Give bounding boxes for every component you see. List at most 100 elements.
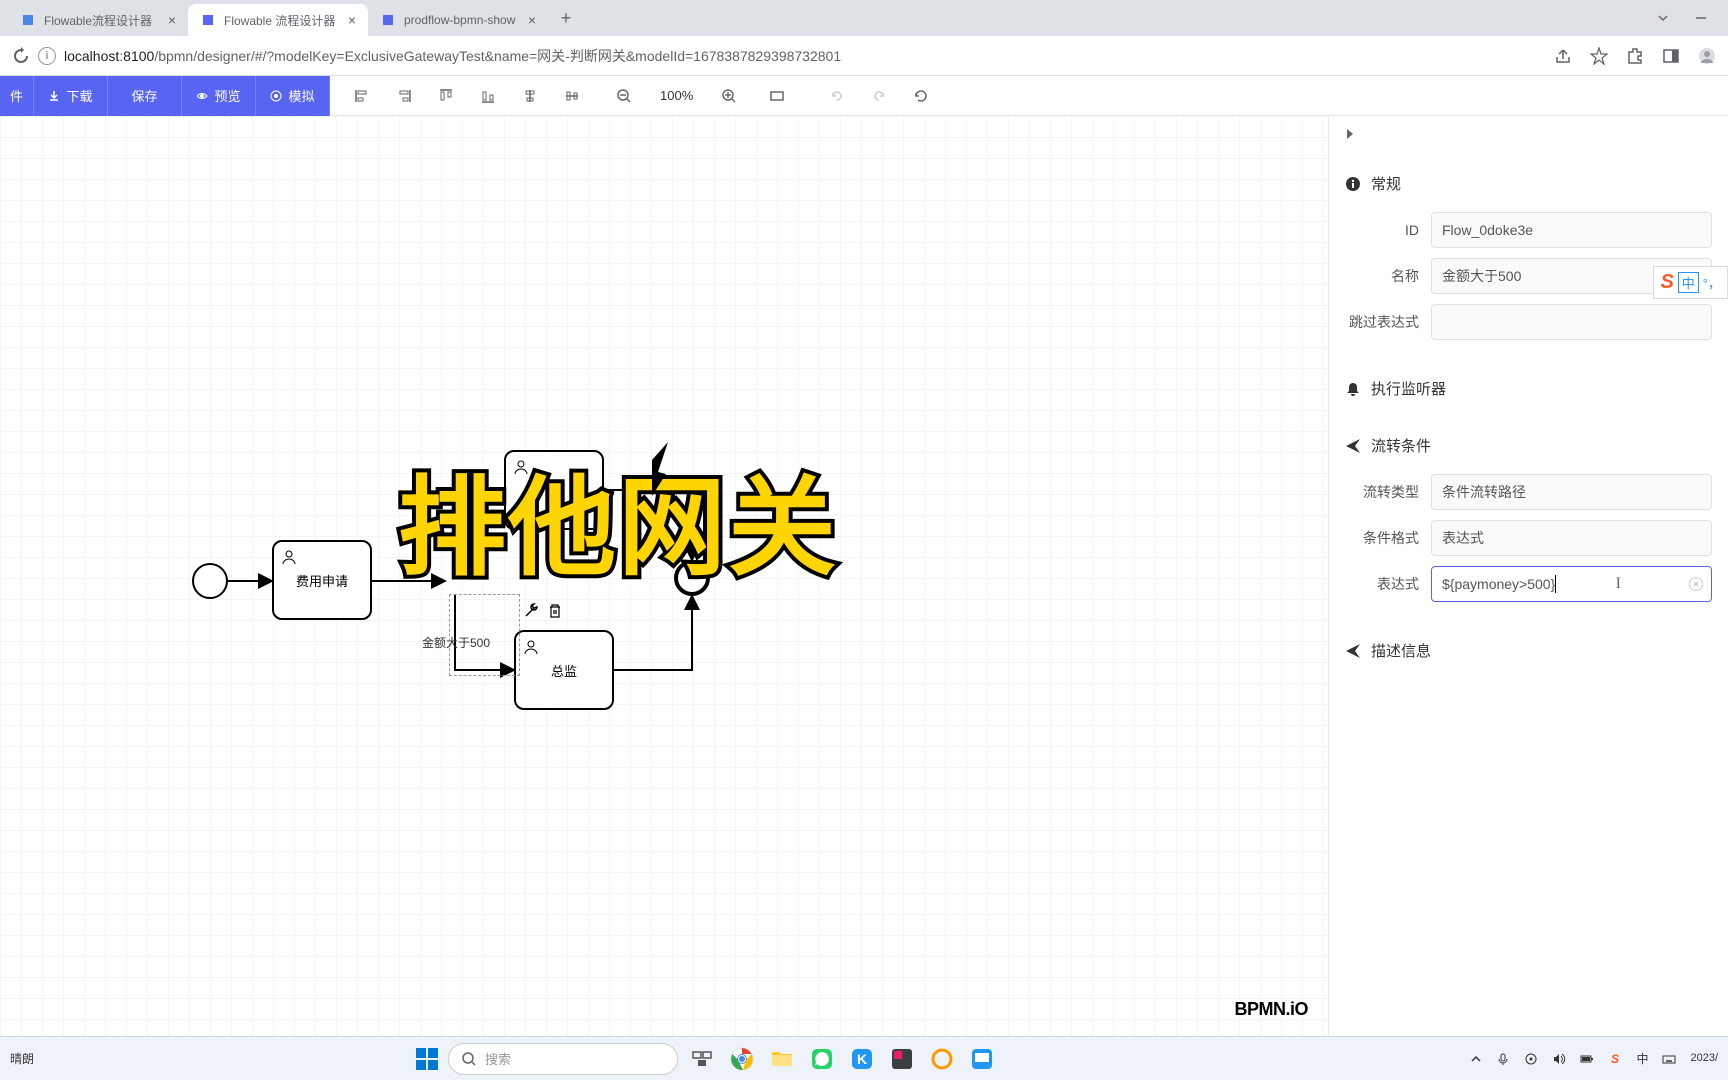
sogou-logo-icon: S [1660,271,1673,294]
bpmn-io-logo: BPMN.iO [1234,999,1308,1020]
video-overlay-text: 排他网关 [398,474,838,582]
undo-button[interactable] [817,76,857,116]
context-pad [524,602,564,620]
tab-close-icon[interactable]: × [168,12,176,28]
user-icon [522,638,540,656]
tray-sogou-icon[interactable]: S [1608,1052,1622,1066]
weather-widget[interactable]: 晴朗 [10,1050,34,1067]
taskbar-app-chrome[interactable] [726,1043,758,1075]
ime-punct-icon: °， [1703,273,1721,292]
extensions-icon[interactable] [1626,47,1644,65]
file-button[interactable]: 件 [0,76,34,116]
zoom-out-button[interactable] [604,76,644,116]
bell-icon [1345,381,1361,397]
tray-mic-icon[interactable] [1496,1052,1510,1066]
bpmn-user-task[interactable]: 费用申请 [272,540,372,620]
flow-label: 金额大于500 [422,634,490,651]
share-icon[interactable] [1554,47,1572,65]
windows-taskbar: 晴朗 搜索 K S 中 2023/ [0,1036,1728,1080]
bpmn-start-event[interactable] [192,563,228,599]
clear-icon[interactable]: × [1689,577,1703,591]
simulate-button[interactable]: 模拟 [256,76,330,116]
send-icon [1345,438,1361,454]
site-info-icon[interactable]: i [38,47,56,65]
prop-expr-input[interactable]: ${paymoney>500} I × [1431,566,1712,602]
trash-icon[interactable] [546,602,564,620]
align-right-button[interactable] [384,76,424,116]
tray-location-icon[interactable] [1524,1052,1538,1066]
tray-chevron-icon[interactable] [1470,1053,1482,1065]
dropdown-icon[interactable] [1656,11,1670,25]
url-port: 8100 [123,48,154,64]
taskbar-app-whatsapp[interactable] [806,1043,838,1075]
prop-skipexpr-input[interactable] [1431,304,1712,340]
redo-button[interactable] [859,76,899,116]
align-hcenter-button[interactable] [510,76,550,116]
browser-tab[interactable]: Flowable流程设计器 × [8,4,188,36]
url-text[interactable]: localhost:8100/bpmn/designer/#/?modelKey… [64,46,1546,66]
designer-toolbar: 件 下载 保存 预览 模拟 100% [0,76,1728,116]
prop-expr-label: 表达式 [1345,574,1431,594]
task-label: 总监 [551,661,577,680]
prop-id-input[interactable]: Flow_0doke3e [1431,212,1712,248]
speech-pointer [640,442,680,496]
tray-keyboard-icon[interactable] [1662,1052,1676,1066]
profile-icon[interactable] [1698,47,1716,65]
start-button[interactable] [414,1046,440,1072]
prop-name-label: 名称 [1345,266,1431,286]
section-listeners[interactable]: 执行监听器 [1345,370,1712,407]
url-bar: i localhost:8100/bpmn/designer/#/?modelK… [0,36,1728,76]
section-general[interactable]: 常规 [1345,165,1712,202]
window-controls [1656,11,1728,25]
preview-button[interactable]: 预览 [182,76,256,116]
svg-text:S: S [1611,1052,1619,1066]
url-host: localhost [64,48,119,64]
prop-id-label: ID [1345,222,1431,238]
tab-title: Flowable流程设计器 [44,12,152,29]
section-description[interactable]: 描述信息 [1345,632,1712,669]
prop-flowtype-input[interactable]: 条件流转路径 [1431,474,1712,510]
section-condition[interactable]: 流转条件 [1345,427,1712,464]
align-vcenter-button[interactable] [552,76,592,116]
browser-tab-bar: Flowable流程设计器 × Flowable 流程设计器 × prodflo… [0,0,1728,36]
taskbar-app-explorer[interactable] [766,1043,798,1075]
reload-icon[interactable] [12,47,30,65]
prop-flowtype-label: 流转类型 [1345,482,1431,502]
new-tab-button[interactable]: + [552,4,580,32]
wrench-icon[interactable] [524,602,542,620]
align-top-button[interactable] [426,76,466,116]
zoom-fit-button[interactable] [757,76,797,116]
tray-datetime[interactable]: 2023/ [1690,1051,1718,1065]
ime-indicator[interactable]: S 中 °， [1653,266,1728,299]
taskbar-app-k[interactable]: K [846,1043,878,1075]
panel-toggle[interactable] [1329,116,1728,155]
taskbar-search[interactable]: 搜索 [448,1043,678,1075]
user-icon [280,548,298,566]
align-left-button[interactable] [342,76,382,116]
tab-close-icon[interactable]: × [348,12,356,28]
taskbar-app-ide[interactable] [886,1043,918,1075]
bpmn-canvas[interactable]: 费用申请 总监 金额大于500 [0,116,1328,1036]
download-button[interactable]: 下载 [34,76,108,116]
ime-lang: 中 [1678,272,1699,293]
bookmark-star-icon[interactable] [1590,47,1608,65]
tray-volume-icon[interactable] [1552,1052,1566,1066]
browser-tab-active[interactable]: Flowable 流程设计器 × [188,4,368,36]
taskbar-app-ring[interactable] [926,1043,958,1075]
prop-skipexpr-label: 跳过表达式 [1345,312,1431,332]
taskbar-app-taskview[interactable] [686,1043,718,1075]
browser-tab[interactable]: prodflow-bpmn-show × [368,4,548,36]
align-bottom-button[interactable] [468,76,508,116]
prop-condformat-input[interactable]: 表达式 [1431,520,1712,556]
save-button[interactable]: 保存 [108,76,182,116]
send-icon [1345,643,1361,659]
bpmn-user-task[interactable]: 总监 [514,630,614,710]
sidepanel-icon[interactable] [1662,47,1680,65]
refresh-button[interactable] [901,76,941,116]
tray-battery-icon[interactable] [1580,1052,1594,1066]
taskbar-app-display[interactable] [966,1043,998,1075]
minimize-icon[interactable] [1694,11,1708,25]
tray-lang[interactable]: 中 [1636,1050,1648,1067]
tab-close-icon[interactable]: × [528,12,536,28]
zoom-in-button[interactable] [709,76,749,116]
